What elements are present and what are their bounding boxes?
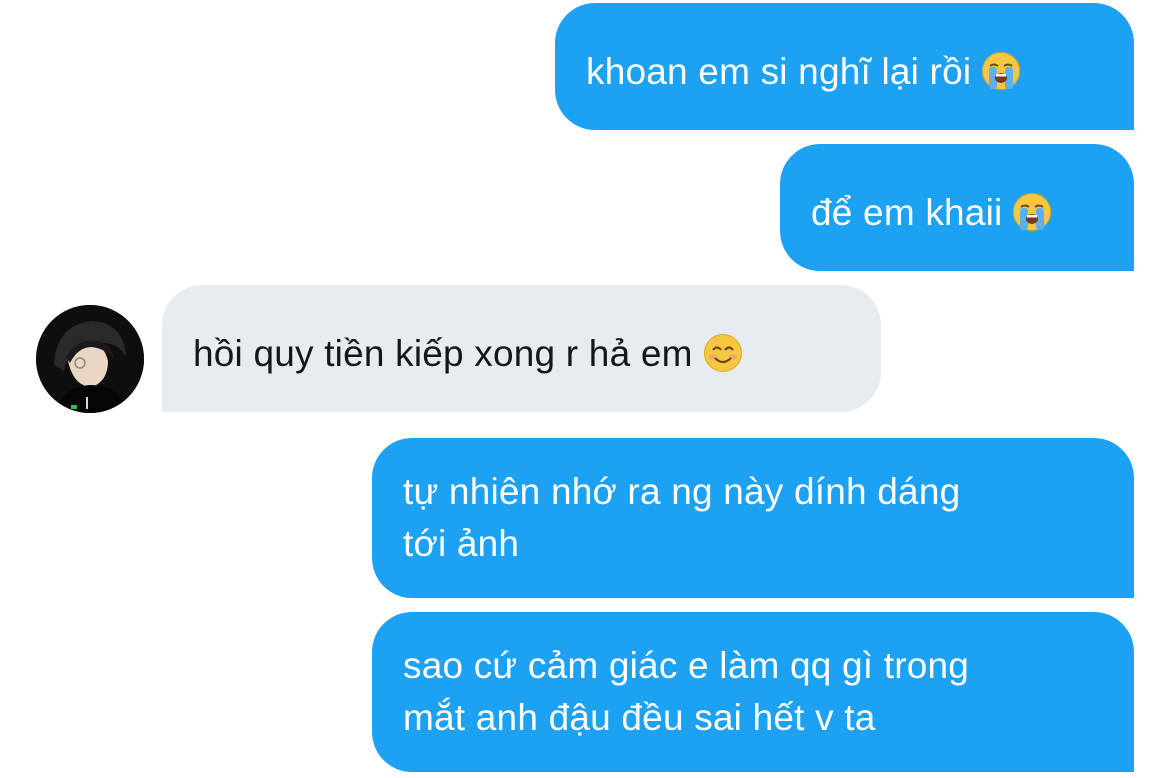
message-bubble-sent[interactable]: khoan em si nghĩ lại rồi: [555, 3, 1134, 130]
message-text: để em khaii: [811, 192, 1003, 233]
loudly-crying-face-icon: [982, 52, 1021, 90]
message-bubble-sent[interactable]: tự nhiên nhớ ra ng này dính dáng tới ảnh: [372, 438, 1134, 598]
message-bubble-sent[interactable]: sao cứ cảm giác e làm qq gì trong mắt an…: [372, 612, 1134, 772]
message-bubble-received[interactable]: hồi quy tiền kiếp xong r hả em: [162, 285, 881, 412]
message-text-line: tự nhiên nhớ ra ng này dính dáng: [403, 471, 961, 512]
message-text-line: sao cứ cảm giác e làm qq gì trong: [403, 645, 970, 686]
avatar-image: [36, 305, 144, 413]
avatar[interactable]: [36, 305, 144, 413]
message-bubble-sent[interactable]: để em khaii: [780, 144, 1134, 271]
message-text: khoan em si nghĩ lại rồi: [586, 51, 972, 92]
message-text-line: tới ảnh: [403, 523, 520, 564]
message-text: hồi quy tiền kiếp xong r hả em: [193, 333, 693, 374]
smiling-face-icon: [703, 334, 742, 372]
message-text-line: mắt anh đậu đều sai hết v ta: [403, 697, 876, 738]
loudly-crying-face-icon: [1013, 193, 1052, 231]
